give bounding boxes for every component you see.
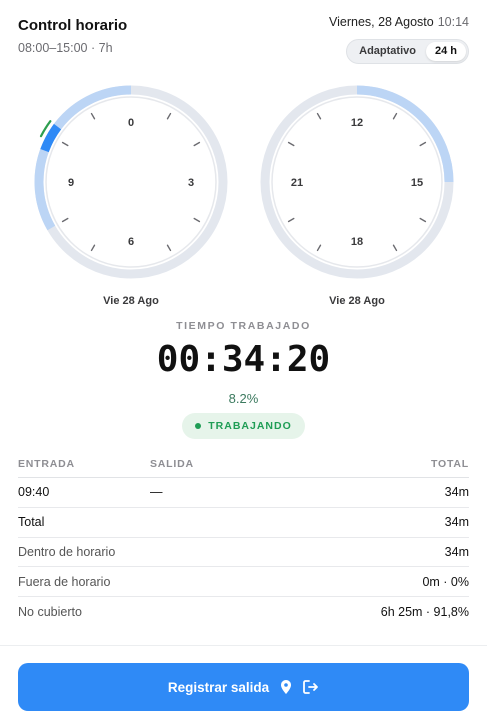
summary-label: Dentro de horario — [18, 544, 116, 559]
hour-label-3: 3 — [188, 177, 194, 189]
worked-time-label: TIEMPO TRABAJADO — [176, 320, 311, 332]
hour-label-18: 18 — [351, 236, 363, 248]
worked-percent: 8.2% — [228, 391, 259, 406]
clock-pm-dial: 12 15 18 21 — [260, 85, 454, 279]
entry-in: 09:40 — [18, 485, 50, 500]
current-time: 10:14 — [437, 15, 469, 29]
table-header: ENTRADA SALIDA TOTAL — [18, 450, 469, 478]
summary-value: 0m · 0% — [422, 574, 469, 589]
summary-row-uncovered: No cubierto 6h 25m · 91,8% — [18, 597, 469, 627]
summary-label: Fuera de horario — [18, 574, 111, 589]
clock-mode-toggle[interactable]: Adaptativo 24 h — [346, 39, 469, 64]
page-title: Control horario — [18, 17, 128, 34]
hour-label-12: 12 — [351, 117, 363, 129]
summary-value: 34m — [444, 515, 469, 530]
time-entries-table: ENTRADA SALIDA TOTAL 09:40 — 34m Total 3… — [18, 450, 469, 627]
status-text: TRABAJANDO — [208, 420, 292, 432]
hour-label-0: 0 — [128, 117, 134, 129]
clock-am-caption: Vie 28 Ago — [103, 295, 159, 307]
hour-label-9: 9 — [68, 177, 74, 189]
current-date: Viernes, 28 Agosto 10:14 — [329, 15, 469, 29]
status-dot-icon — [195, 423, 202, 429]
worked-timer: 00:34:20 — [156, 339, 331, 380]
logout-icon — [303, 680, 319, 694]
clock-pm-caption: Vie 28 Ago — [329, 295, 385, 307]
clock-pm: 12 15 18 21 Vie 28 Ago — [257, 82, 457, 312]
header: Control horario 08:00–15:00 · 7h Viernes… — [18, 14, 469, 64]
summary-row-total: Total 34m — [18, 508, 469, 538]
summary-row-outside: Fuera de horario 0m · 0% — [18, 567, 469, 598]
clock-out-label: Registrar salida — [167, 679, 270, 695]
entry-out: — — [150, 485, 163, 500]
mode-24h-button[interactable]: 24 h — [425, 42, 466, 61]
mode-adaptive-button[interactable]: Adaptativo — [349, 42, 426, 61]
column-salida: SALIDA — [150, 457, 194, 470]
date-text: Viernes, 28 Agosto — [329, 15, 434, 29]
summary-row-inside: Dentro de horario 34m — [18, 538, 469, 568]
clock-am-dial: 0 3 6 9 — [34, 85, 228, 279]
hour-label-6: 6 — [128, 236, 134, 248]
clock-out-button[interactable]: Registrar salida — [18, 663, 469, 711]
hour-label-21: 21 — [291, 177, 303, 189]
summary-label: Total — [18, 515, 45, 530]
summary-value: 6h 25m · 91,8% — [380, 605, 469, 620]
clock-am: 0 3 6 9 Vie 28 Ago — [31, 82, 231, 312]
table-row: 09:40 — 34m — [18, 478, 469, 508]
summary-value: 34m — [444, 544, 469, 559]
status-badge: TRABAJANDO — [182, 413, 305, 439]
location-pin-icon — [281, 680, 292, 694]
column-entrada: ENTRADA — [18, 457, 75, 470]
schedule-range: 08:00–15:00 · 7h — [18, 41, 113, 55]
entry-total: 34m — [444, 485, 469, 500]
column-total: TOTAL — [430, 457, 469, 470]
footer-divider — [0, 645, 487, 646]
summary-label: No cubierto — [18, 605, 82, 620]
hour-label-15: 15 — [411, 177, 423, 189]
